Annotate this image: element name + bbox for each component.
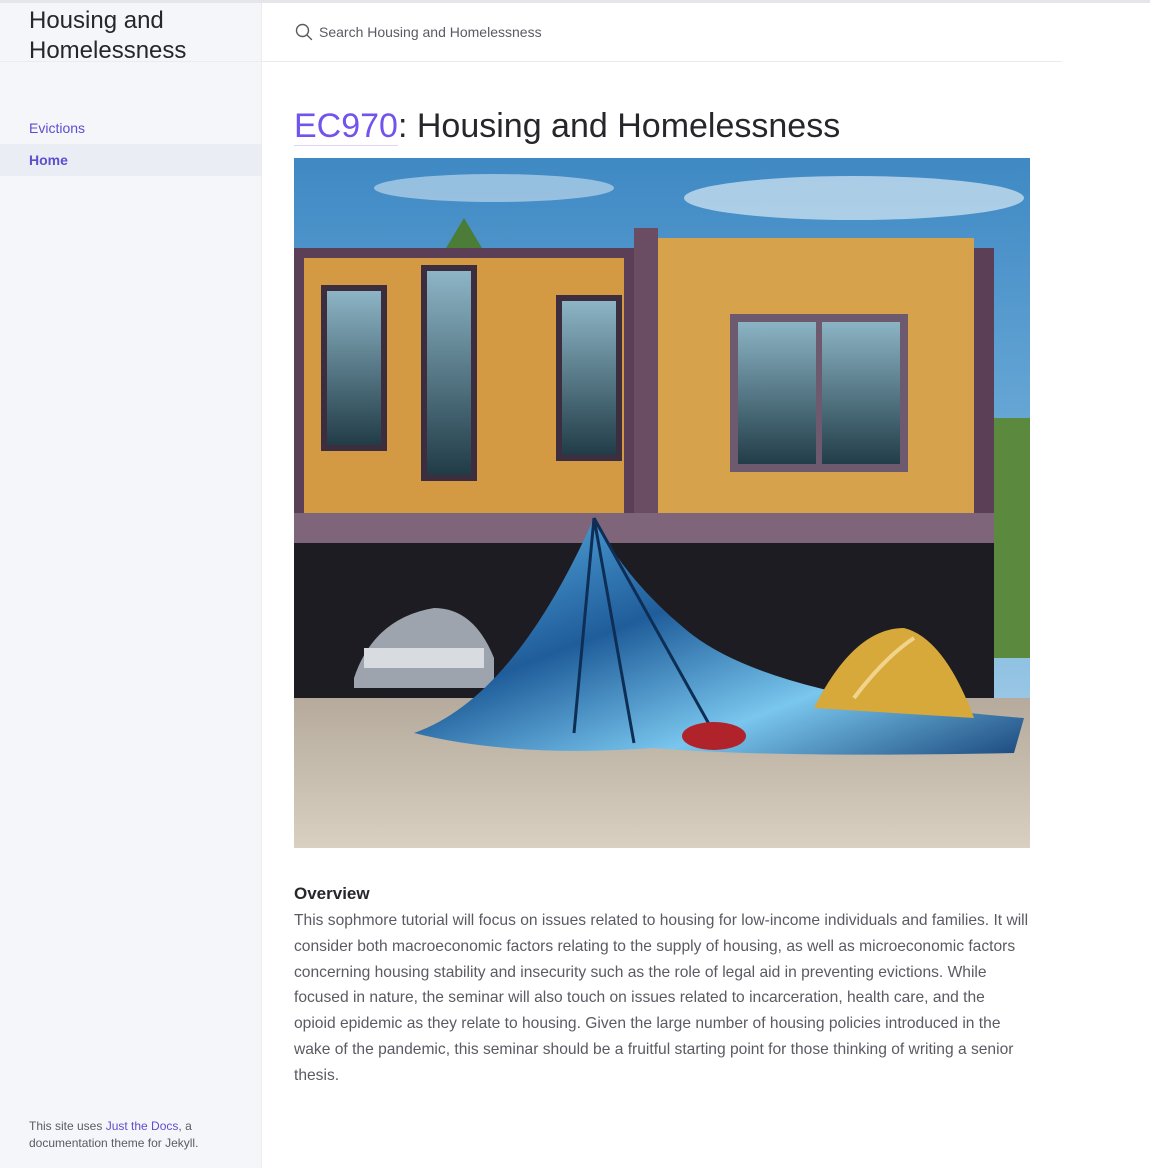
course-code-link[interactable]: EC970 bbox=[294, 107, 398, 146]
overview-heading: Overview bbox=[294, 884, 370, 903]
site-title[interactable]: Housing and Homelessness bbox=[29, 6, 261, 66]
sidebar-item-evictions[interactable]: Evictions bbox=[0, 112, 261, 144]
footer-note: This site uses Just the Docs, a document… bbox=[29, 1118, 244, 1152]
sidebar-nav: Evictions Home bbox=[0, 112, 261, 176]
search-bar bbox=[262, 3, 1062, 62]
search-input[interactable] bbox=[319, 24, 719, 40]
sidebar-item-label[interactable]: Home bbox=[29, 152, 68, 168]
page-title-rest: : Housing and Homelessness bbox=[397, 107, 841, 145]
main-content: EC970: Housing and Homelessness Overview… bbox=[294, 62, 1034, 1089]
hero-image bbox=[294, 158, 1030, 848]
footer-prefix: This site uses bbox=[29, 1119, 106, 1133]
page-title: EC970: Housing and Homelessness bbox=[294, 106, 1034, 146]
overview-text: This sophmore tutorial will focus on iss… bbox=[294, 912, 1029, 1084]
just-the-docs-link[interactable]: Just the Docs bbox=[106, 1119, 179, 1133]
site-header: Housing and Homelessness bbox=[0, 3, 261, 64]
sidebar-item-label[interactable]: Evictions bbox=[29, 120, 85, 136]
sidebar: Housing and Homelessness Evictions Home … bbox=[0, 3, 262, 1168]
sidebar-item-home[interactable]: Home bbox=[0, 144, 261, 176]
search-icon[interactable] bbox=[295, 23, 313, 41]
